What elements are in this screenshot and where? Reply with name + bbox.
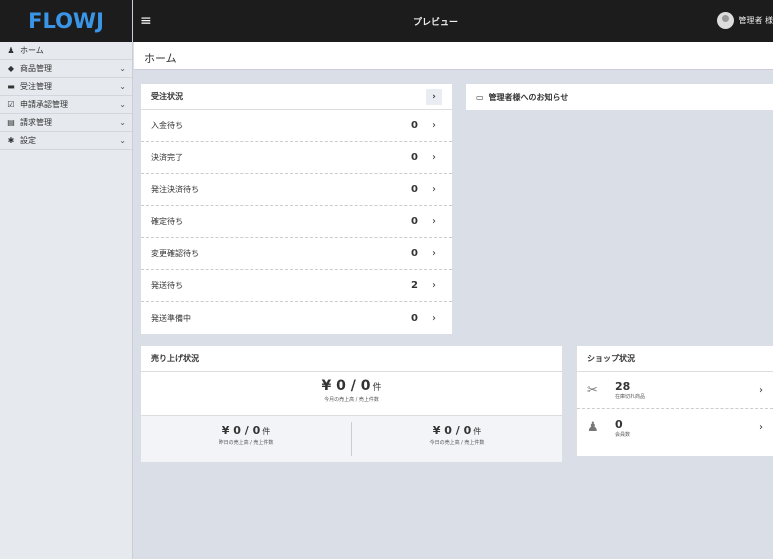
order-row[interactable]: 発送準備中 0 › (141, 302, 452, 334)
chevron-right-icon: › (432, 216, 436, 227)
sales-status-title: 売り上げ状況 (151, 354, 199, 363)
chevron-down-icon: ⌄ (119, 136, 126, 145)
sidebar-item-label: 受注管理 (20, 82, 52, 91)
sidebar-item-label: 請求管理 (20, 118, 52, 127)
sidebar-item-0[interactable]: ♟ ホーム (0, 42, 132, 60)
sidebar-item-4[interactable]: ▤ 請求管理 ⌄ (0, 114, 132, 132)
yesterday-sales-unit: 件 (262, 427, 271, 436)
chevron-right-icon: › (432, 152, 436, 163)
order-status-more-button[interactable]: › (426, 88, 442, 105)
order-status-title: 受注状況 (151, 92, 183, 101)
top-bar: ≡ プレビュー 管理者 様 (133, 0, 773, 42)
order-status-header: 受注状況 › (141, 84, 452, 110)
user-menu[interactable]: 管理者 様 (717, 12, 773, 29)
sidebar-item-1[interactable]: ◆ 商品管理 ⌄ (0, 60, 132, 78)
brand-logo-text: FLOWJ (28, 9, 104, 33)
order-row[interactable]: 発送待ち 2 › (141, 270, 452, 302)
order-row-count: 0 (411, 216, 418, 227)
order-row[interactable]: 確定待ち 0 › (141, 206, 452, 238)
today-sales: ¥ 0 / 0件 今日の売上高 / 売上件数 (351, 422, 562, 456)
sidebar-item-2[interactable]: ▬ 受注管理 ⌄ (0, 78, 132, 96)
sidebar-item-icon: ▬ (7, 82, 15, 91)
sidebar-item-label: ホーム (20, 46, 44, 55)
order-row-count: 0 (411, 184, 418, 195)
chevron-right-icon: › (432, 120, 436, 131)
sidebar-item-icon: ♟ (7, 46, 15, 55)
order-row-count: 0 (411, 152, 418, 163)
chevron-down-icon: ⌄ (119, 118, 126, 127)
chevron-down-icon: ⌄ (119, 100, 126, 109)
order-row-count: 2 (411, 280, 418, 291)
page-title: プレビュー (413, 18, 459, 28)
yesterday-sales-caption: 昨日の売上高 / 売上件数 (218, 440, 274, 446)
chevron-right-icon: › (432, 184, 436, 195)
today-sales-unit: 件 (473, 427, 482, 436)
notice-header: ▭ 管理者様へのお知らせ (466, 84, 773, 110)
sidebar-item-label: 設定 (20, 136, 36, 145)
members-caption: 会員数 (615, 431, 631, 438)
sales-status-header: 売り上げ状況 (141, 346, 562, 372)
chevron-down-icon: ⌄ (119, 64, 126, 73)
sales-status-card: 売り上げ状況 ¥ 0 / 0件 今月の売上高 / 売上件数 ¥ 0 / 0件 昨… (141, 346, 562, 462)
order-row-label: 決済完了 (151, 153, 183, 162)
logo[interactable]: FLOWJ (0, 0, 132, 42)
today-sales-caption: 今日の売上高 / 売上件数 (429, 440, 485, 446)
chevron-right-icon: › (432, 280, 436, 291)
chevron-right-icon: › (759, 422, 763, 433)
sidebar-item-3[interactable]: ☑ 申請承認管理 ⌄ (0, 96, 132, 114)
out-of-stock-row[interactable]: ✂ 28 在庫切れ商品 › (577, 372, 773, 409)
sidebar-item-label: 申請承認管理 (20, 100, 68, 109)
order-row-count: 0 (411, 120, 418, 131)
chevron-right-icon: › (432, 312, 436, 324)
notice-title: 管理者様へのお知らせ (488, 92, 569, 102)
notice-card: ▭ 管理者様へのお知らせ (466, 84, 773, 110)
order-row-label: 発送待ち (151, 281, 183, 290)
menu-icon[interactable]: ≡ (140, 13, 152, 29)
sidebar-item-label: 商品管理 (20, 64, 52, 73)
out-of-stock-count: 28 (615, 380, 631, 393)
shop-status-card: ショップ状況 ✂ 28 在庫切れ商品 › ♟ 0 会員数 › (577, 346, 773, 456)
sidebar-item-icon: ▤ (7, 118, 15, 127)
notice-icon: ▭ (476, 92, 484, 102)
order-row-label: 確定待ち (151, 217, 183, 226)
breadcrumb: ホーム (134, 42, 773, 70)
order-row[interactable]: 変更確認待ち 0 › (141, 238, 452, 270)
out-of-stock-caption: 在庫切れ商品 (615, 394, 646, 400)
yesterday-sales-amount: ¥ 0 / 0 (221, 424, 261, 437)
chevron-right-icon: › (432, 248, 436, 259)
order-status-card: 受注状況 › 入金待ち 0 › 決済完了 0 › 発注決済待ち 0 › 確定待ち 0 › 変更確認待ち 0… (141, 84, 452, 334)
order-row-label: 入金待ち (151, 121, 183, 130)
sidebar-item-5[interactable]: ✱ 設定 ⌄ (0, 132, 132, 150)
order-row[interactable]: 入金待ち 0 › (141, 110, 452, 142)
shop-status-header: ショップ状況 (577, 346, 773, 372)
sidebar: FLOWJ ♟ ホーム ◆ 商品管理 ⌄ ▬ 受注管理 ⌄ ☑ 申請承認管理 ⌄ ▤ 請求管理 ⌄ ✱ 設定 ⌄ (0, 0, 133, 559)
tag-icon: ✂ (587, 382, 598, 398)
order-row[interactable]: 決済完了 0 › (141, 142, 452, 174)
order-row-label: 発注決済待ち (151, 185, 199, 194)
order-row-count: 0 (411, 312, 418, 324)
order-row-label: 変更確認待ち (151, 249, 199, 258)
avatar (717, 12, 735, 29)
sidebar-item-icon: ✱ (7, 136, 15, 145)
sidebar-item-icon: ☑ (7, 100, 15, 109)
order-row[interactable]: 発注決済待ち 0 › (141, 174, 452, 206)
order-row-count: 0 (411, 248, 418, 259)
user-name: 管理者 様 (738, 16, 773, 25)
yesterday-sales: ¥ 0 / 0件 昨日の売上高 / 売上件数 (141, 416, 351, 462)
monthly-sales-unit: 件 (372, 383, 382, 393)
order-row-label: 発送準備中 (151, 313, 191, 323)
members-row[interactable]: ♟ 0 会員数 › (577, 409, 773, 446)
chevron-right-icon: › (759, 384, 763, 396)
shop-status-title: ショップ状況 (587, 354, 635, 363)
chevron-down-icon: ⌄ (119, 82, 126, 91)
monthly-sales-amount: ¥ 0 / 0 (321, 378, 371, 394)
monthly-sales-caption: 今月の売上高 / 売上件数 (324, 397, 379, 403)
members-count: 0 (615, 417, 623, 431)
sidebar-item-icon: ◆ (7, 64, 15, 73)
today-sales-amount: ¥ 0 / 0 (432, 424, 472, 437)
users-icon: ♟ (587, 420, 599, 435)
monthly-sales: ¥ 0 / 0件 今月の売上高 / 売上件数 (141, 372, 562, 416)
